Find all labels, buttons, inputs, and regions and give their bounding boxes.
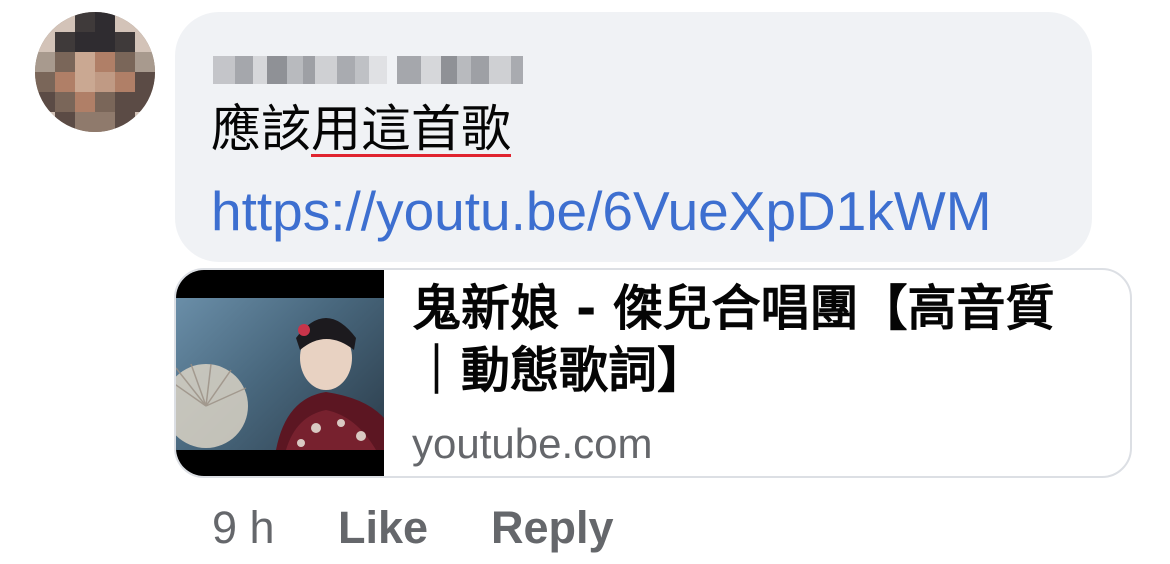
avatar-pixel [95, 112, 115, 132]
avatar-pixel [135, 112, 155, 132]
avatar-pixel [135, 12, 155, 32]
comment-text: 應該用這首歌 [211, 104, 511, 154]
author-name-pixel [213, 56, 235, 84]
avatar-pixel [95, 72, 115, 92]
avatar[interactable] [35, 12, 155, 132]
avatar-pixel [55, 112, 75, 132]
avatar-pixel [75, 32, 95, 52]
avatar-pixel [35, 32, 55, 52]
author-name-pixel [387, 56, 397, 84]
avatar-pixel [75, 92, 95, 112]
author-name-pixel [511, 56, 523, 84]
avatar-pixel [115, 112, 135, 132]
avatar-pixel [95, 12, 115, 32]
like-button[interactable]: Like [338, 505, 428, 550]
avatar-pixel [95, 32, 115, 52]
author-name-pixel [315, 56, 337, 84]
avatar-pixel [135, 72, 155, 92]
thumbnail-image [176, 298, 384, 450]
author-name-pixel [369, 56, 387, 84]
avatar-pixel [95, 52, 115, 72]
author-name-pixel [489, 56, 511, 84]
link-preview-card[interactable]: 鬼新娘 - 傑兒合唱團【高音質｜動態歌詞】 youtube.com [174, 268, 1132, 478]
author-name-pixel [303, 56, 315, 84]
author-name-pixel [421, 56, 441, 84]
avatar-pixel [55, 72, 75, 92]
author-name-pixel [471, 56, 489, 84]
avatar-pixel [115, 12, 135, 32]
avatar-pixel [35, 52, 55, 72]
avatar-pixel [115, 52, 135, 72]
avatar-pixel [35, 12, 55, 32]
avatar-pixel [55, 12, 75, 32]
avatar-pixel [95, 92, 115, 112]
author-name-pixel [441, 56, 457, 84]
author-name-pixel [397, 56, 421, 84]
author-name-pixel [355, 56, 369, 84]
author-name-pixel [235, 56, 253, 84]
comment-text-plain: 應該 [211, 100, 311, 158]
avatar-pixel [135, 32, 155, 52]
avatar-pixel [75, 72, 95, 92]
author-name-pixel [253, 56, 267, 84]
video-thumbnail[interactable] [176, 270, 384, 476]
avatar-pixel [115, 72, 135, 92]
author-name-pixel [337, 56, 355, 84]
author-name-pixel [267, 56, 287, 84]
avatar-pixel [135, 92, 155, 112]
avatar-pixel [75, 112, 95, 132]
avatar-pixel [35, 112, 55, 132]
avatar-pixel [135, 52, 155, 72]
avatar-pixel [35, 72, 55, 92]
avatar-pixel [115, 32, 135, 52]
comment-link[interactable]: https://youtu.be/6VueXpD1kWM [211, 184, 992, 239]
avatar-pixel [75, 52, 95, 72]
author-name-pixel [457, 56, 471, 84]
avatar-pixel [115, 92, 135, 112]
thumbnail-figure-icon [176, 318, 384, 450]
comment-bubble: 應該用這首歌 https://youtu.be/6VueXpD1kWM [175, 12, 1092, 262]
comment-timestamp[interactable]: 9 h [212, 505, 275, 550]
reply-button[interactable]: Reply [491, 505, 614, 550]
avatar-pixel [35, 92, 55, 112]
avatar-pixel [55, 92, 75, 112]
avatar-pixel [55, 32, 75, 52]
author-name-pixel [287, 56, 303, 84]
avatar-pixel [75, 12, 95, 32]
comment-text-underlined: 用這首歌 [311, 100, 511, 158]
avatar-pixel [55, 52, 75, 72]
link-preview-domain: youtube.com [412, 420, 653, 467]
author-name-pixelated[interactable] [213, 56, 523, 84]
link-preview-title[interactable]: 鬼新娘 - 傑兒合唱團【高音質｜動態歌詞】 [412, 278, 1102, 402]
